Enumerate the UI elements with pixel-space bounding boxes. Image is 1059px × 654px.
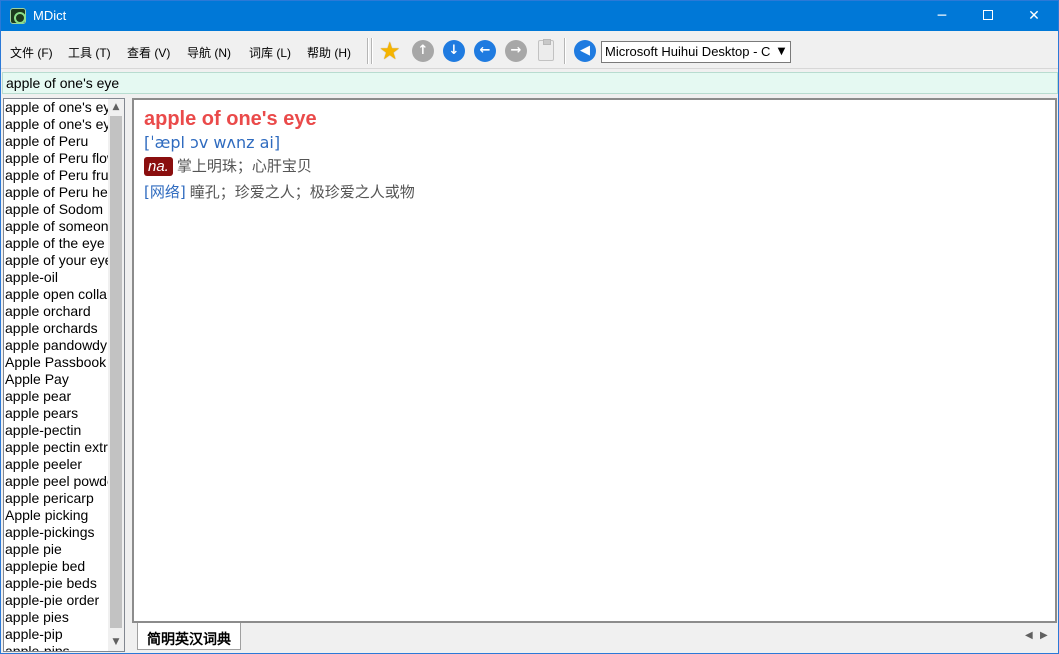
scroll-thumb[interactable] [110,116,122,628]
mdict-window: MDict ─ ✕ 文件 (F) 工具 (T) 查看 (V) 导航 (N) 词库… [0,0,1059,654]
entry-definition: 掌上明珠；心肝宝贝 [176,157,312,175]
word-list-item[interactable]: apple of someone's eye [4,218,109,235]
menu-help[interactable]: 帮助 (H) [307,44,351,61]
web-tag: [网络] [144,183,186,201]
word-list-item[interactable]: Apple picking [4,507,109,524]
toolbar-separator [564,38,566,64]
toolbar-separator [371,38,373,64]
next-word-icon[interactable]: ↓ [443,40,465,62]
word-list-item[interactable]: apple of Peru herb [4,184,109,201]
word-list-item[interactable]: apple of your eye [4,252,109,269]
tab-concise-en-zh-dictionary[interactable]: 简明英汉词典 [137,623,241,650]
word-list-item[interactable]: apple pears [4,405,109,422]
speaker-icon[interactable]: ◀ [574,40,596,62]
word-list-item[interactable]: apple pies [4,609,109,626]
word-list-item[interactable]: apple of Peru flower [4,150,109,167]
previous-word-icon[interactable]: ↑ [412,40,434,62]
minimize-button[interactable]: ─ [919,1,965,31]
back-icon[interactable]: ← [474,40,496,62]
voice-select-value: Microsoft Huihui Desktop - C [605,44,771,59]
word-list-item[interactable]: apple of one's eyes [4,116,109,133]
word-list-item[interactable]: apple-pectin [4,422,109,439]
word-list-item[interactable]: apple-pie beds [4,575,109,592]
word-list-item[interactable]: apple orchards [4,320,109,337]
word-list-item[interactable]: apple of Sodom [4,201,109,218]
entry-definition-line: na. 掌上明珠；心肝宝贝 [144,155,312,176]
word-list-item[interactable]: apple pandowdy [4,337,109,354]
dictionary-tabbar: 简明英汉词典 ◀ ▶ [132,623,1057,652]
word-list-scrollbar[interactable]: ▲ ▼ [108,99,124,651]
menu-view[interactable]: 查看 (V) [127,44,170,61]
menu-navigate[interactable]: 导航 (N) [187,44,231,61]
word-list-item[interactable]: apple peel powder [4,473,109,490]
word-list-item[interactable]: apple of Peru [4,133,109,150]
word-list-item[interactable]: apple-oil [4,269,109,286]
app-icon [10,8,26,24]
word-list-item[interactable]: apple pie [4,541,109,558]
clipboard-icon[interactable] [538,39,554,61]
entry-web-definition-line: [网络] 瞳孔；珍爱之人；极珍爱之人或物 [144,181,415,202]
title-bar: MDict ─ ✕ [1,1,1058,31]
chevron-down-icon[interactable]: ▼ [773,42,790,62]
scroll-down-icon[interactable]: ▼ [108,634,124,651]
scroll-up-icon[interactable]: ▲ [108,99,124,116]
menu-library[interactable]: 词库 (L) [249,44,291,61]
word-list-item[interactable]: applepie bed [4,558,109,575]
word-list-item[interactable]: apple pericarp [4,490,109,507]
word-list-item[interactable]: Apple Pay [4,371,109,388]
word-list-item[interactable]: apple of one's eye [4,99,109,116]
part-of-speech-badge: na. [144,157,173,176]
word-list-item[interactable]: apple pectin extract [4,439,109,456]
search-row [1,70,1058,96]
menu-toolbar: 文件 (F) 工具 (T) 查看 (V) 导航 (N) 词库 (L) 帮助 (H… [1,31,1058,69]
tab-scroll-right-icon[interactable]: ▶ [1040,630,1048,641]
word-list[interactable]: apple of one's eyeapple of one's eyesapp… [3,98,125,652]
close-button[interactable]: ✕ [1011,1,1057,31]
entry-web-definition: 瞳孔；珍爱之人；极珍爱之人或物 [189,183,415,201]
definition-pane: apple of one's eye [ˈæpl ɔv wʌnz ai] na.… [132,98,1057,623]
word-list-item[interactable]: apple of the eye [4,235,109,252]
forward-icon[interactable]: → [505,40,527,62]
word-list-item[interactable]: apple-pip [4,626,109,643]
word-list-item[interactable]: apple open collar [4,286,109,303]
maximize-button[interactable] [965,1,1011,31]
word-list-item[interactable]: apple pear [4,388,109,405]
search-input[interactable] [2,72,1058,94]
word-list-item[interactable]: Apple Passbook [4,354,109,371]
entry-phonetic: [ˈæpl ɔv wʌnz ai] [144,133,281,152]
tab-scroll-left-icon[interactable]: ◀ [1025,630,1033,641]
voice-select[interactable]: Microsoft Huihui Desktop - C ▼ [601,41,791,63]
entry-headword: apple of one's eye [144,108,317,130]
menu-tools[interactable]: 工具 (T) [68,44,111,61]
maximize-icon [983,9,993,20]
word-list-item[interactable]: apple-pie order [4,592,109,609]
word-list-item[interactable]: apple orchard [4,303,109,320]
toolbar-separator [367,38,369,64]
word-list-item[interactable]: apple-pickings [4,524,109,541]
window-title: MDict [33,8,67,23]
favorite-star-icon[interactable]: ★ [379,37,401,65]
word-list-item[interactable]: apple-pips [4,643,109,651]
word-list-items: apple of one's eyeapple of one's eyesapp… [4,99,109,651]
menu-file[interactable]: 文件 (F) [10,44,53,61]
word-list-item[interactable]: apple of Peru fruit [4,167,109,184]
word-list-item[interactable]: apple peeler [4,456,109,473]
